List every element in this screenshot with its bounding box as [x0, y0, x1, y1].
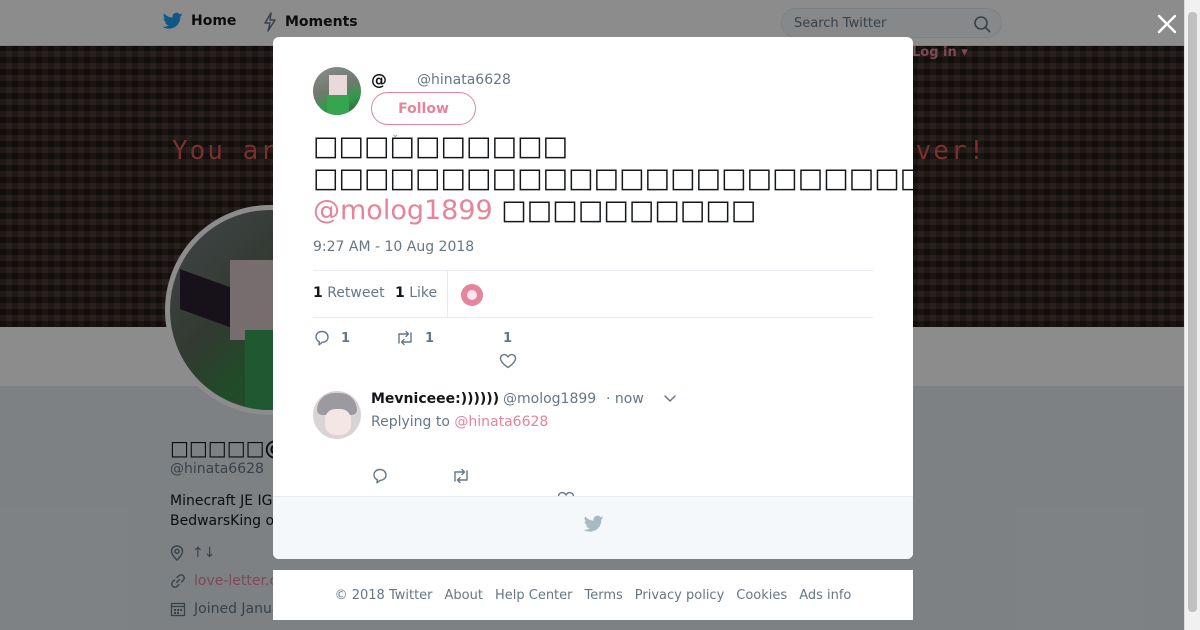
tweet-text-fragment: □□□□□□□□□□ — [492, 195, 757, 226]
retweet-button[interactable]: 1 — [395, 329, 434, 347]
chevron-down-icon[interactable] — [663, 393, 677, 403]
liker-avatar[interactable] — [461, 284, 483, 306]
scrollbar-thumb[interactable] — [1188, 12, 1197, 612]
tweet-mention-link[interactable]: @molog1899 — [313, 195, 493, 226]
footer-link-privacy-policy[interactable]: Privacy policy — [635, 588, 724, 603]
tweet-author-name[interactable]: @ — [371, 70, 387, 89]
footer-link-help-center[interactable]: Help Center — [495, 588, 573, 603]
like-stat-count: 1 — [395, 285, 405, 301]
tweet-text: □□□□□□□□□□ □□□□□□□□□□□□□□□□□□□□□□□□□□□ @… — [313, 131, 913, 227]
tweet-modal: @ @hinata6628 Follow ⌄ □□□□□□□□□□ □□□□□□… — [273, 37, 913, 559]
tweet-actions: 1 1 1 — [313, 329, 873, 369]
avatar-art-body — [327, 95, 349, 115]
tweet-author-avatar[interactable] — [313, 67, 361, 115]
retweet-stat-count: 1 — [313, 285, 323, 301]
avatar-art-face — [329, 75, 347, 97]
twitter-bird-icon — [584, 515, 604, 532]
reply-author-handle[interactable]: @molog1899 — [503, 391, 596, 407]
reply-author-name[interactable]: Mevniceee:)))))) — [371, 391, 499, 407]
tweet-text-line: □□□□□□□□□□□□□□□□□□□□□□□□□□□ — [313, 163, 913, 194]
like-count: 1 — [503, 331, 513, 346]
tweet-stats: 1 Retweet 1 Like — [313, 270, 873, 318]
reply-icon[interactable] — [371, 467, 389, 485]
tweet-text-line: @molog1899 □□□□□□□□□□ — [313, 195, 883, 227]
retweet-stat-label: Retweet — [327, 285, 385, 301]
footer-copyright: © 2018 Twitter — [334, 587, 433, 603]
reply-icon — [315, 330, 329, 346]
heart-icon[interactable] — [499, 353, 517, 369]
site-footer: © 2018 Twitter About Help Center Terms P… — [273, 570, 913, 620]
retweet-icon — [398, 330, 412, 346]
reply-button[interactable]: 1 — [313, 329, 350, 347]
replying-to-prefix: Replying to — [371, 414, 455, 430]
replying-to-handle-link[interactable]: @hinata6628 — [454, 414, 548, 430]
like-stat-label: Like — [409, 285, 438, 301]
tweet-text-line: □□□□□□□□□□ — [313, 131, 569, 162]
reply-author-avatar[interactable] — [313, 391, 361, 439]
footer-link-ads-info[interactable]: Ads info — [799, 588, 851, 603]
follow-button[interactable]: Follow — [371, 92, 476, 125]
replying-to: Replying to @hinata6628 — [371, 414, 548, 430]
tweet-author-handle[interactable]: @hinata6628 — [417, 72, 511, 88]
divider — [447, 271, 448, 318]
retweet-stat[interactable]: 1 Retweet — [313, 285, 385, 301]
close-icon[interactable] — [1155, 12, 1179, 36]
scrollbar[interactable] — [1184, 0, 1200, 630]
like-stat[interactable]: 1 Like — [395, 285, 437, 301]
footer-link-about[interactable]: About — [445, 588, 483, 603]
avatar-art-face — [325, 409, 351, 435]
footer-link-cookies[interactable]: Cookies — [736, 588, 787, 603]
tweet-timestamp[interactable]: 9:27 AM - 10 Aug 2018 — [313, 239, 474, 255]
reply-timestamp[interactable]: · now — [606, 391, 644, 407]
reply-count: 1 — [341, 330, 351, 346]
modal-footer — [273, 496, 913, 559]
retweet-count: 1 — [425, 330, 435, 346]
retweet-icon[interactable] — [451, 467, 471, 485]
footer-link-terms[interactable]: Terms — [585, 588, 623, 603]
